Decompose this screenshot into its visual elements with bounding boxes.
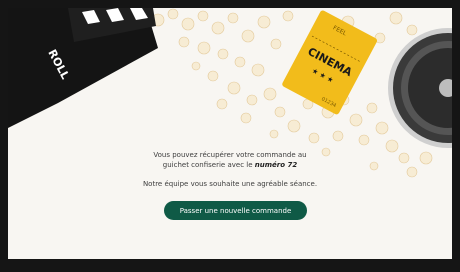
order-confirmation-message: Vous pouvez récupérer votre commande au … xyxy=(8,150,452,189)
confirmation-line-2-prefix: guichet confiserie avec le xyxy=(162,161,255,169)
confirmation-line-2: guichet confiserie avec le numéro 72 xyxy=(8,160,452,170)
cinema-ticket-icon: FEEL CINEMA ★ ★ ★ 01234 xyxy=(282,10,378,115)
film-reel-icon xyxy=(388,28,452,148)
clapperboard-icon: ROLL xyxy=(8,8,158,128)
device-bezel: ROLL FEEL CINEMA ★ ★ ★ 01234 Vous pouvez… xyxy=(0,0,460,272)
team-message: Notre équipe vous souhaite une agréable … xyxy=(142,180,318,188)
confirmation-line-1: Vous pouvez récupérer votre commande au xyxy=(153,151,307,159)
new-order-button[interactable]: Passer une nouvelle commande xyxy=(164,201,307,220)
order-number: numéro 72 xyxy=(254,161,298,169)
cinema-background-illustration: ROLL FEEL CINEMA ★ ★ ★ 01234 xyxy=(8,8,452,178)
kiosk-screen: ROLL FEEL CINEMA ★ ★ ★ 01234 Vous pouvez… xyxy=(8,8,452,259)
